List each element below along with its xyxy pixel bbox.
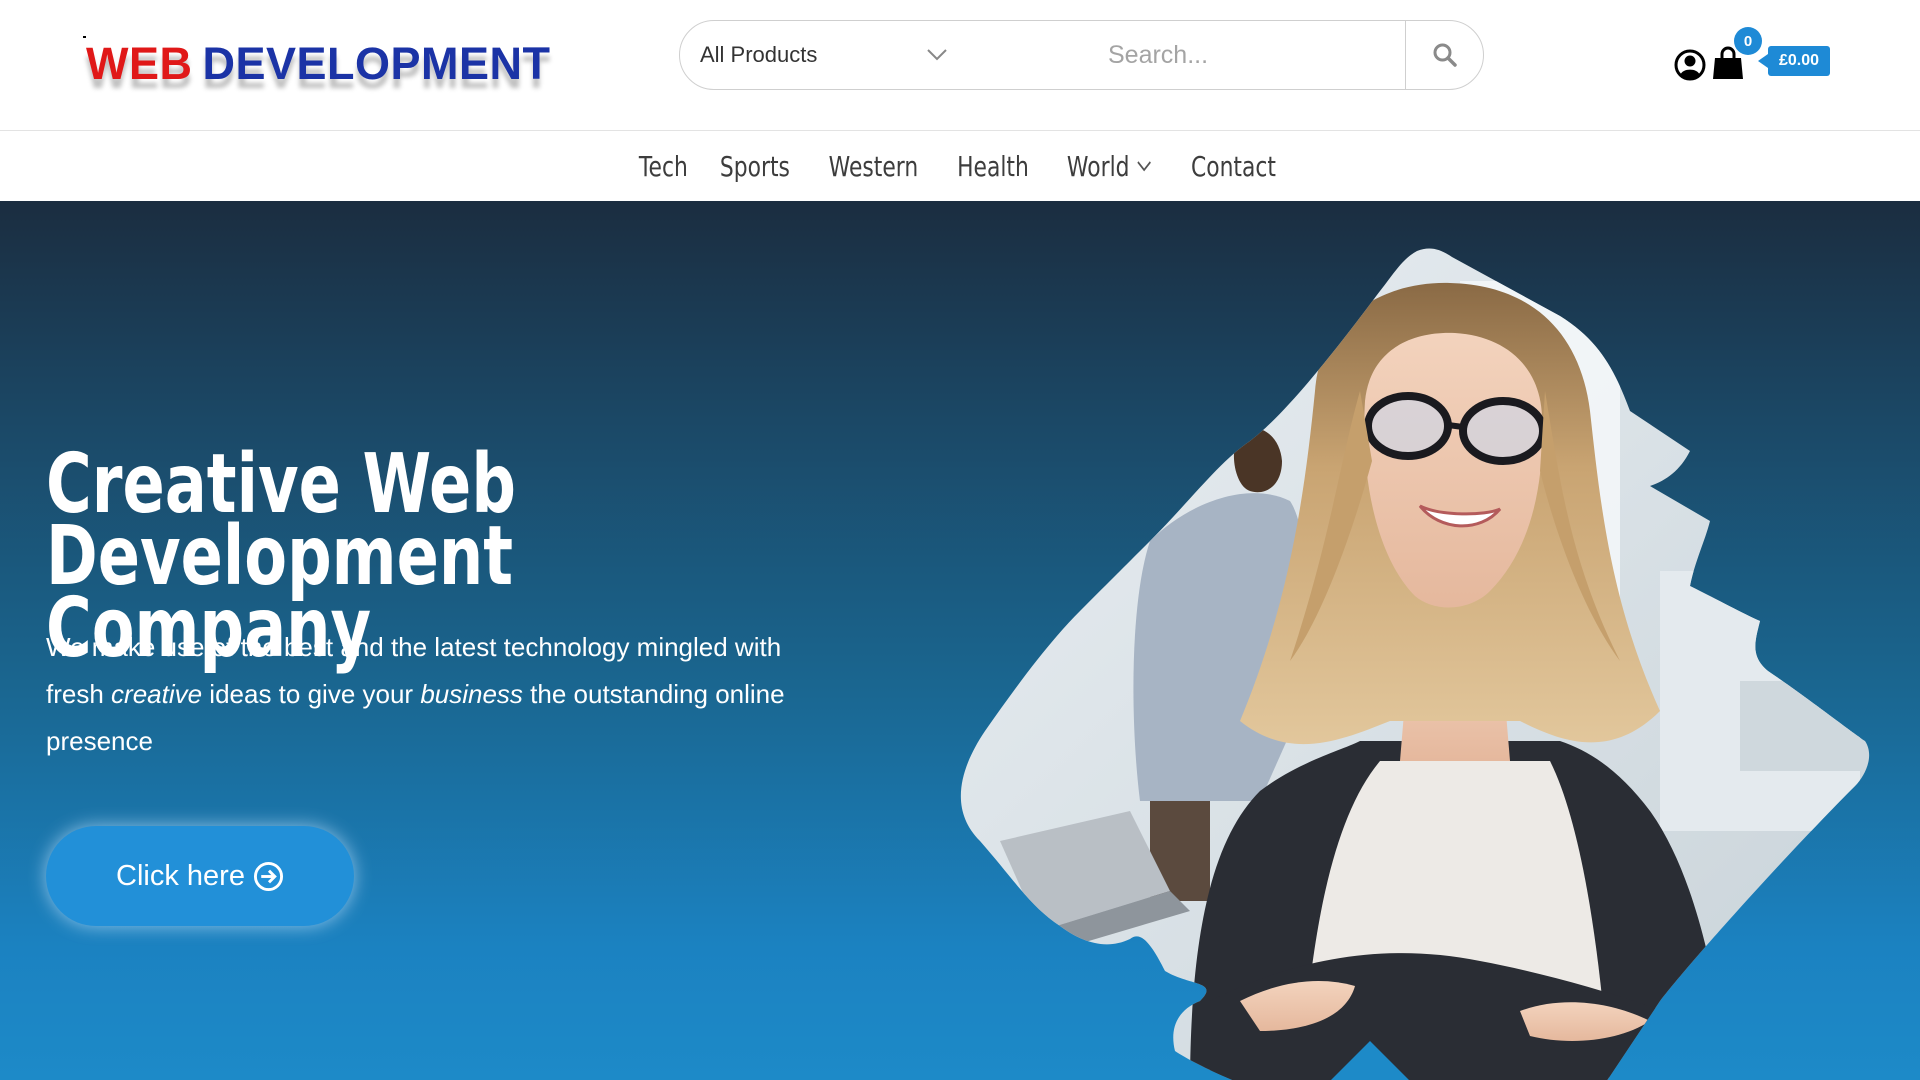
category-select[interactable]: All Products [680,21,980,89]
logo-text-web: WEB [86,38,193,89]
nav-item-label: World [1066,149,1130,183]
hero-title-line-1: Creative Web Development [46,437,516,604]
logo-dot [83,36,86,38]
search-icon [1433,43,1457,67]
nav-item-contact[interactable]: Contact [1191,150,1276,183]
chevron-down-icon [927,49,947,61]
arrow-circle-right-icon [253,861,283,891]
nav-item-tech[interactable]: Tech [639,150,688,183]
main-nav: Tech Sports Western Health World Contact [0,131,1920,201]
chevron-down-icon [1137,161,1152,172]
hero-section: Creative Web Development Company We make… [0,201,1920,1080]
hero-desc-emphasis-creative: creative [111,679,203,709]
site-header: WEBDEVELOPMENT All Products 0 £0.00 [0,0,1920,131]
nav-item-label: Sports [720,149,791,183]
nav-item-health[interactable]: Health [957,150,1029,183]
click-here-label: Click here [116,859,245,892]
category-select-value: All Products [700,42,818,67]
nav-item-label: Contact [1191,149,1277,183]
cart-total-button[interactable]: £0.00 [1758,46,1830,76]
click-here-button[interactable]: Click here [46,826,354,926]
cart-count-badge: 0 [1734,27,1762,55]
nav-item-label: Western [828,149,919,183]
site-logo[interactable]: WEB DEVELOPMENT [83,36,551,96]
nav-item-label: Health [957,149,1029,183]
search-button[interactable] [1405,21,1483,89]
logo-text-development: DEVELOPMENT [202,38,551,89]
account-icon[interactable] [1674,49,1706,81]
product-search-bar: All Products [679,20,1485,90]
nav-item-label: Tech [638,149,688,183]
hero-desc-text-2: ideas to give your [202,679,421,709]
nav-item-western[interactable]: Western [829,150,919,183]
hero-desc-emphasis-business: business [420,679,523,709]
hero-description: We make use of the best and the latest t… [46,624,836,765]
nav-item-sports[interactable]: Sports [720,150,790,183]
nav-item-world[interactable]: World [1066,149,1152,183]
hero-photo [960,248,1870,1080]
